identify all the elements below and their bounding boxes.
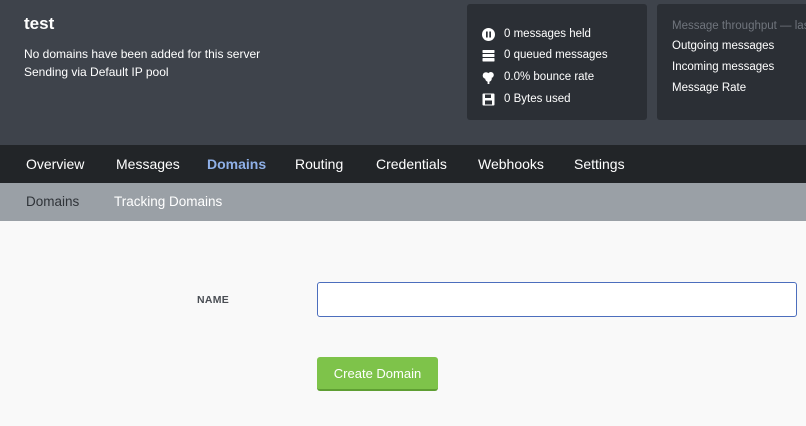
stat-label: 0 messages held: [504, 28, 591, 40]
stat-bounce-rate: 0.0% bounce rate: [481, 69, 594, 85]
throughput-rate: Message Rate: [672, 82, 747, 94]
stat-messages-held: 0 messages held: [481, 26, 591, 42]
nav-item-messages[interactable]: Messages: [116, 156, 180, 172]
pause-icon: [481, 27, 495, 41]
server-name: test: [24, 14, 55, 33]
stats-panel: 0 messages held 0 queued messages 0.0% b…: [467, 4, 647, 120]
throughput-title: Message throughput — las: [672, 20, 806, 32]
server-ip-pool: Sending via Default IP pool: [24, 65, 169, 79]
domain-name-input[interactable]: [317, 282, 797, 317]
nav-item-settings[interactable]: Settings: [574, 156, 625, 172]
nav-item-webhooks[interactable]: Webhooks: [478, 156, 544, 172]
server-header: test No domains have been added for this…: [0, 0, 806, 145]
domain-form: NAME Create Domain: [0, 221, 806, 426]
name-label: NAME: [197, 294, 230, 306]
throughput-outgoing: Outgoing messages: [672, 40, 775, 52]
nav-item-credentials[interactable]: Credentials: [376, 156, 447, 172]
subnav-item-tracking-domains[interactable]: Tracking Domains: [114, 194, 222, 209]
sub-nav: Domains Tracking Domains: [0, 183, 806, 221]
server-domain-status: No domains have been added for this serv…: [24, 47, 261, 61]
queue-icon: [481, 48, 495, 62]
nav-item-routing[interactable]: Routing: [295, 156, 343, 172]
stat-bytes-used: 0 Bytes used: [481, 91, 570, 107]
bounce-icon: [481, 70, 495, 84]
stat-label: 0 Bytes used: [504, 93, 571, 105]
save-icon: [481, 92, 495, 106]
stat-label: 0.0% bounce rate: [504, 71, 595, 83]
stat-queued-messages: 0 queued messages: [481, 47, 608, 63]
throughput-incoming: Incoming messages: [672, 61, 775, 73]
stat-label: 0 queued messages: [504, 49, 608, 61]
create-domain-button[interactable]: Create Domain: [317, 357, 438, 391]
nav-item-domains[interactable]: Domains: [207, 156, 266, 172]
subnav-item-domains[interactable]: Domains: [26, 194, 79, 209]
nav-item-overview[interactable]: Overview: [26, 156, 84, 172]
main-nav: Overview Messages Domains Routing Creden…: [0, 145, 806, 183]
throughput-panel: Message throughput — las Outgoing messag…: [657, 4, 806, 120]
